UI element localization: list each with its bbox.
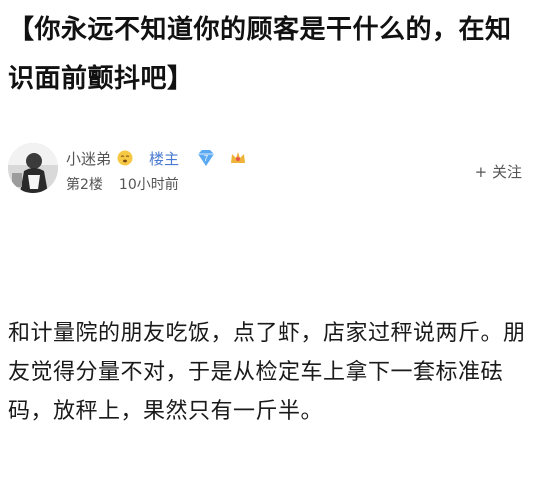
follow-button[interactable]: + 关注: [475, 161, 522, 182]
post-body-text: 和计量院的朋友吃饭，点了虾，店家过秤说两斤。朋友觉得分量不对，于是从检定车上拿下…: [8, 321, 526, 424]
post-meta: 第2楼 10小时前: [66, 174, 179, 194]
thread-owner-tag: 楼主: [149, 149, 180, 168]
post-time: 10小时前: [118, 177, 179, 193]
post-title: 【你永远不知道你的顾客是干什么的，在知识面前颤抖吧】: [8, 15, 512, 94]
username[interactable]: 小迷弟: [66, 148, 111, 169]
floor-number: 第2楼: [66, 177, 103, 193]
post-header: 小迷弟 楼主 7 第2楼 10小时前 + 关注: [8, 141, 538, 203]
sleepy-face-emoji-icon: [117, 150, 133, 166]
level-number: 7: [204, 154, 209, 163]
username-row: 小迷弟 楼主 7: [66, 147, 247, 169]
blue-diamond-level-icon: 7: [195, 149, 217, 167]
post-content: 和计量院的朋友吃饭，点了虾，店家过秤说两斤。朋友觉得分量不对，于是从检定车上拿下…: [8, 314, 534, 431]
avatar-image-icon: [8, 143, 58, 193]
post-page: 【你永远不知道你的顾客是干什么的，在知识面前颤抖吧】 小迷弟 楼主 7 第2楼 …: [0, 0, 546, 499]
avatar[interactable]: [8, 143, 58, 193]
crown-badge-icon: [229, 149, 247, 167]
